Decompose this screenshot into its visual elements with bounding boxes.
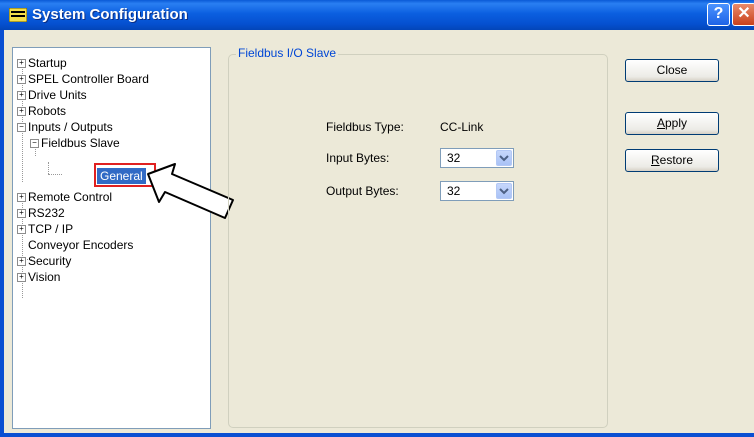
tree-line [48,174,62,175]
window-border-left [0,30,4,437]
output-bytes-select[interactable]: 32 [440,181,514,201]
help-button[interactable]: ? [707,3,730,26]
expand-icon[interactable]: + [17,209,26,218]
tree-item-label[interactable]: Startup [28,55,67,71]
close-button[interactable]: Close [625,59,719,82]
apply-button[interactable]: Apply [625,112,719,135]
window-title: System Configuration [32,6,188,23]
app-icon [9,8,27,22]
system-configuration-window: System Configuration ? ✕ + Startup + SPE… [0,0,754,437]
output-bytes-label: Output Bytes: [326,184,399,198]
expand-icon[interactable]: + [17,225,26,234]
tree-item-label[interactable]: SPEL Controller Board [28,71,149,87]
chevron-down-icon [499,155,509,162]
restore-button[interactable]: Restore [625,149,719,172]
input-bytes-label: Input Bytes: [326,151,390,165]
expand-icon[interactable]: + [17,75,26,84]
config-tree[interactable]: + Startup + SPEL Controller Board + Driv… [12,47,211,429]
close-window-button[interactable]: ✕ [732,3,754,26]
fieldbus-type-value: CC-Link [440,120,484,134]
expand-icon[interactable]: + [17,257,26,266]
window-border-bottom [0,433,754,437]
title-bar[interactable]: System Configuration ? ✕ [0,0,754,30]
input-bytes-select[interactable]: 32 [440,148,514,168]
collapse-icon[interactable]: − [17,123,26,132]
tree-item-label[interactable]: RS232 [28,205,65,221]
tree-item-label[interactable]: Fieldbus Slave [41,135,120,151]
expand-icon[interactable]: + [17,193,26,202]
tree-item-label[interactable]: Inputs / Outputs [28,119,113,135]
tree-item-label[interactable]: Remote Control [28,189,112,205]
input-bytes-value: 32 [447,151,461,165]
expand-icon[interactable]: + [17,91,26,100]
dropdown-button[interactable] [496,150,512,166]
arrow-pointer-icon [147,163,234,219]
expand-icon[interactable]: + [17,273,26,282]
dropdown-button[interactable] [496,183,512,199]
fieldbus-type-label: Fieldbus Type: [326,120,404,134]
tree-item-label[interactable]: Vision [28,269,60,285]
expand-icon[interactable]: + [17,107,26,116]
tree-item-label[interactable]: Security [28,253,71,269]
collapse-icon[interactable]: − [30,139,39,148]
chevron-down-icon [499,188,509,195]
group-title: Fieldbus I/O Slave [236,46,339,60]
restore-label: estore [659,153,694,167]
apply-label: pply [665,116,688,130]
output-bytes-value: 32 [447,184,461,198]
apply-mnemonic: A [656,116,665,130]
restore-mnemonic: R [650,153,660,167]
tree-line [48,162,49,174]
tree-item-label[interactable]: TCP / IP [28,221,73,237]
fieldbus-io-slave-group [228,54,608,428]
tree-item-label[interactable]: Drive Units [28,87,87,103]
tree-item-label[interactable]: Conveyor Encoders [28,237,133,253]
tree-item-label[interactable]: Robots [28,103,66,119]
expand-icon[interactable]: + [17,59,26,68]
